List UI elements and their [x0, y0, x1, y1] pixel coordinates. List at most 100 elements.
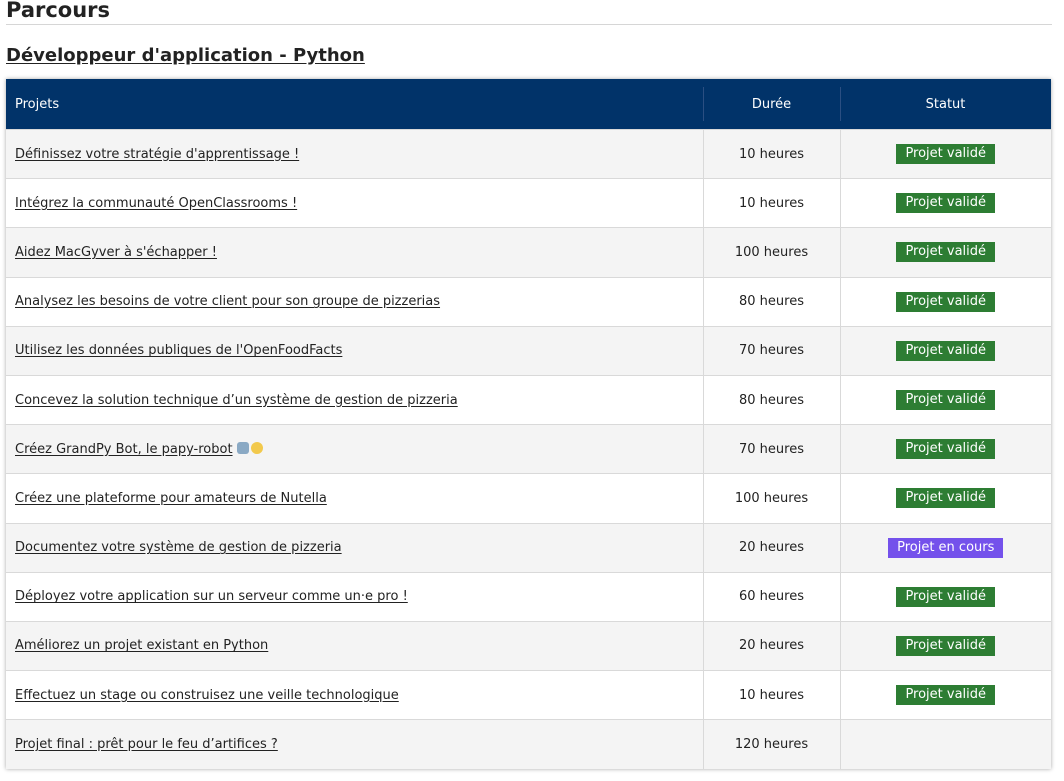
project-name: Analysez les besoins de votre client pou… [15, 294, 441, 310]
status-cell [840, 719, 1051, 769]
table-row: Utilisez les données publiques de l'Open… [6, 325, 1051, 376]
project-cell: Créez une plateforme pour amateurs de Nu… [6, 473, 704, 523]
status-badge: Projet validé [896, 685, 996, 706]
project-cell: Concevez la solution technique d’un syst… [6, 374, 704, 425]
status-cell: Projet validé [840, 276, 1051, 327]
status-badge: Projet validé [896, 291, 996, 312]
status-cell: Projet validé [840, 178, 1051, 228]
project-name: Créez GrandPy Bot, le papy-robot [15, 441, 233, 457]
project-link[interactable]: Analysez les besoins de votre client pou… [15, 294, 440, 309]
status-cell: Projet validé [840, 374, 1051, 425]
project-name: Déployez votre application sur un serveu… [15, 589, 408, 605]
project-cell: Projet final : prêt pour le feu d’artifi… [6, 719, 704, 769]
project-name: Documentez votre système de gestion de p… [15, 540, 342, 556]
project-link[interactable]: Projet final : prêt pour le feu d’artifi… [15, 737, 278, 752]
projects-table: Projets Durée Statut Définissez votre st… [6, 79, 1051, 769]
project-cell: Créez GrandPy Bot, le papy-robot [6, 424, 704, 474]
project-name: Concevez la solution technique d’un syst… [15, 392, 458, 408]
status-badge: Projet validé [896, 635, 996, 656]
project-link[interactable]: Documentez votre système de gestion de p… [15, 540, 342, 555]
duration-cell: 10 heures [703, 178, 841, 228]
column-header-duration: Durée [703, 79, 840, 130]
page: Parcours Développeur d'application - Pyt… [0, 0, 1064, 781]
table-row: Concevez la solution technique d’un syst… [6, 374, 1051, 425]
duration-cell: 120 heures [703, 719, 841, 769]
status-badge: Projet validé [896, 144, 996, 165]
table-row: Créez une plateforme pour amateurs de Nu… [6, 473, 1051, 523]
duration-cell: 70 heures [703, 325, 841, 376]
path-title-link[interactable]: Développeur d'application - Python [6, 44, 365, 68]
project-link[interactable]: Déployez votre application sur un serveu… [15, 589, 408, 604]
project-link[interactable]: Aidez MacGyver à s'échapper ! [15, 245, 217, 260]
table-row: Documentez votre système de gestion de p… [6, 522, 1051, 573]
project-cell: Déployez votre application sur un serveu… [6, 571, 704, 622]
project-name: Effectuez un stage ou construisez une ve… [15, 687, 399, 703]
project-name: Projet final : prêt pour le feu d’artifi… [15, 737, 278, 753]
table-row: Projet final : prêt pour le feu d’artifi… [6, 719, 1051, 769]
duration-cell: 100 heures [703, 227, 841, 278]
project-cell: Analysez les besoins de votre client pou… [6, 276, 704, 327]
project-link[interactable]: Effectuez un stage ou construisez une ve… [15, 688, 399, 703]
project-name: Aidez MacGyver à s'échapper ! [15, 244, 217, 260]
duration-cell: 10 heures [703, 670, 841, 720]
duration-cell: 10 heures [703, 128, 841, 179]
status-cell: Projet validé [840, 670, 1051, 720]
project-link[interactable]: Concevez la solution technique d’un syst… [15, 393, 458, 408]
table-body: Définissez votre stratégie d'apprentissa… [6, 128, 1051, 769]
project-cell: Documentez votre système de gestion de p… [6, 522, 704, 573]
column-header-project: Projets [15, 96, 60, 112]
robot-emoji-icon [236, 441, 249, 454]
old-man-emoji-icon [250, 441, 263, 454]
table-row: Analysez les besoins de votre client pou… [6, 276, 1051, 327]
table-row: Effectuez un stage ou construisez une ve… [6, 670, 1051, 720]
table-row: Intégrez la communauté OpenClassrooms ! 1… [6, 178, 1051, 228]
duration-cell: 20 heures [703, 522, 841, 573]
status-badge: Projet validé [896, 586, 996, 607]
duration-cell: 20 heures [703, 620, 841, 671]
table-row: Déployez votre application sur un serveu… [6, 571, 1051, 622]
status-cell: Projet validé [840, 128, 1051, 179]
status-cell: Projet validé [840, 473, 1051, 523]
project-cell: Utilisez les données publiques de l'Open… [6, 325, 704, 376]
project-cell: Effectuez un stage ou construisez une ve… [6, 670, 704, 720]
duration-cell: 80 heures [703, 276, 841, 327]
table-row: Aidez MacGyver à s'échapper ! 100 heures P… [6, 227, 1051, 278]
table-header: Projets Durée Statut [6, 79, 1051, 130]
table-row: Définissez votre stratégie d'apprentissa… [6, 128, 1051, 179]
status-cell: Projet validé [840, 424, 1051, 474]
table-header-row: Projets Durée Statut [6, 79, 1051, 130]
project-cell: Améliorez un projet existant en Python [6, 620, 704, 671]
duration-cell: 80 heures [703, 374, 841, 425]
project-link[interactable]: Définissez votre stratégie d'apprentissa… [15, 147, 299, 162]
status-cell: Projet validé [840, 620, 1051, 671]
column-header-status: Statut [840, 79, 1051, 130]
project-link[interactable]: Améliorez un projet existant en Python [15, 638, 268, 653]
status-badge: Projet validé [896, 488, 996, 509]
table-row: Améliorez un projet existant en Python 20… [6, 620, 1051, 671]
projects-table-container: Projets Durée Statut Définissez votre st… [6, 79, 1051, 769]
status-badge: Projet validé [896, 193, 996, 214]
title-divider [6, 24, 1052, 25]
status-badge: Projet validé [896, 340, 996, 361]
project-cell: Aidez MacGyver à s'échapper ! [6, 227, 704, 278]
status-cell: Projet validé [840, 325, 1051, 376]
status-cell: Projet en cours [840, 522, 1051, 573]
project-cell: Définissez votre stratégie d'apprentissa… [6, 128, 704, 179]
project-name: Définissez votre stratégie d'apprentissa… [15, 146, 300, 162]
project-name: Intégrez la communauté OpenClassrooms ! [15, 195, 298, 211]
project-name: Améliorez un projet existant en Python [15, 638, 269, 654]
status-badge: Projet validé [896, 390, 996, 411]
status-badge: Projet validé [896, 439, 996, 460]
project-cell: Intégrez la communauté OpenClassrooms ! [6, 178, 704, 228]
project-name: Utilisez les données publiques de l'Open… [15, 343, 343, 359]
project-link[interactable]: Créez une plateforme pour amateurs de Nu… [15, 491, 327, 506]
project-link[interactable]: Utilisez les données publiques de l'Open… [15, 343, 342, 358]
duration-cell: 100 heures [703, 473, 841, 523]
project-link[interactable]: Intégrez la communauté OpenClassrooms ! [15, 196, 297, 211]
status-cell: Projet validé [840, 227, 1051, 278]
project-link[interactable]: Créez GrandPy Bot, le papy-robot [15, 441, 263, 457]
project-name: Créez une plateforme pour amateurs de Nu… [15, 490, 327, 506]
status-cell: Projet validé [840, 571, 1051, 622]
duration-cell: 60 heures [703, 571, 841, 622]
page-title: Parcours [6, 0, 111, 22]
